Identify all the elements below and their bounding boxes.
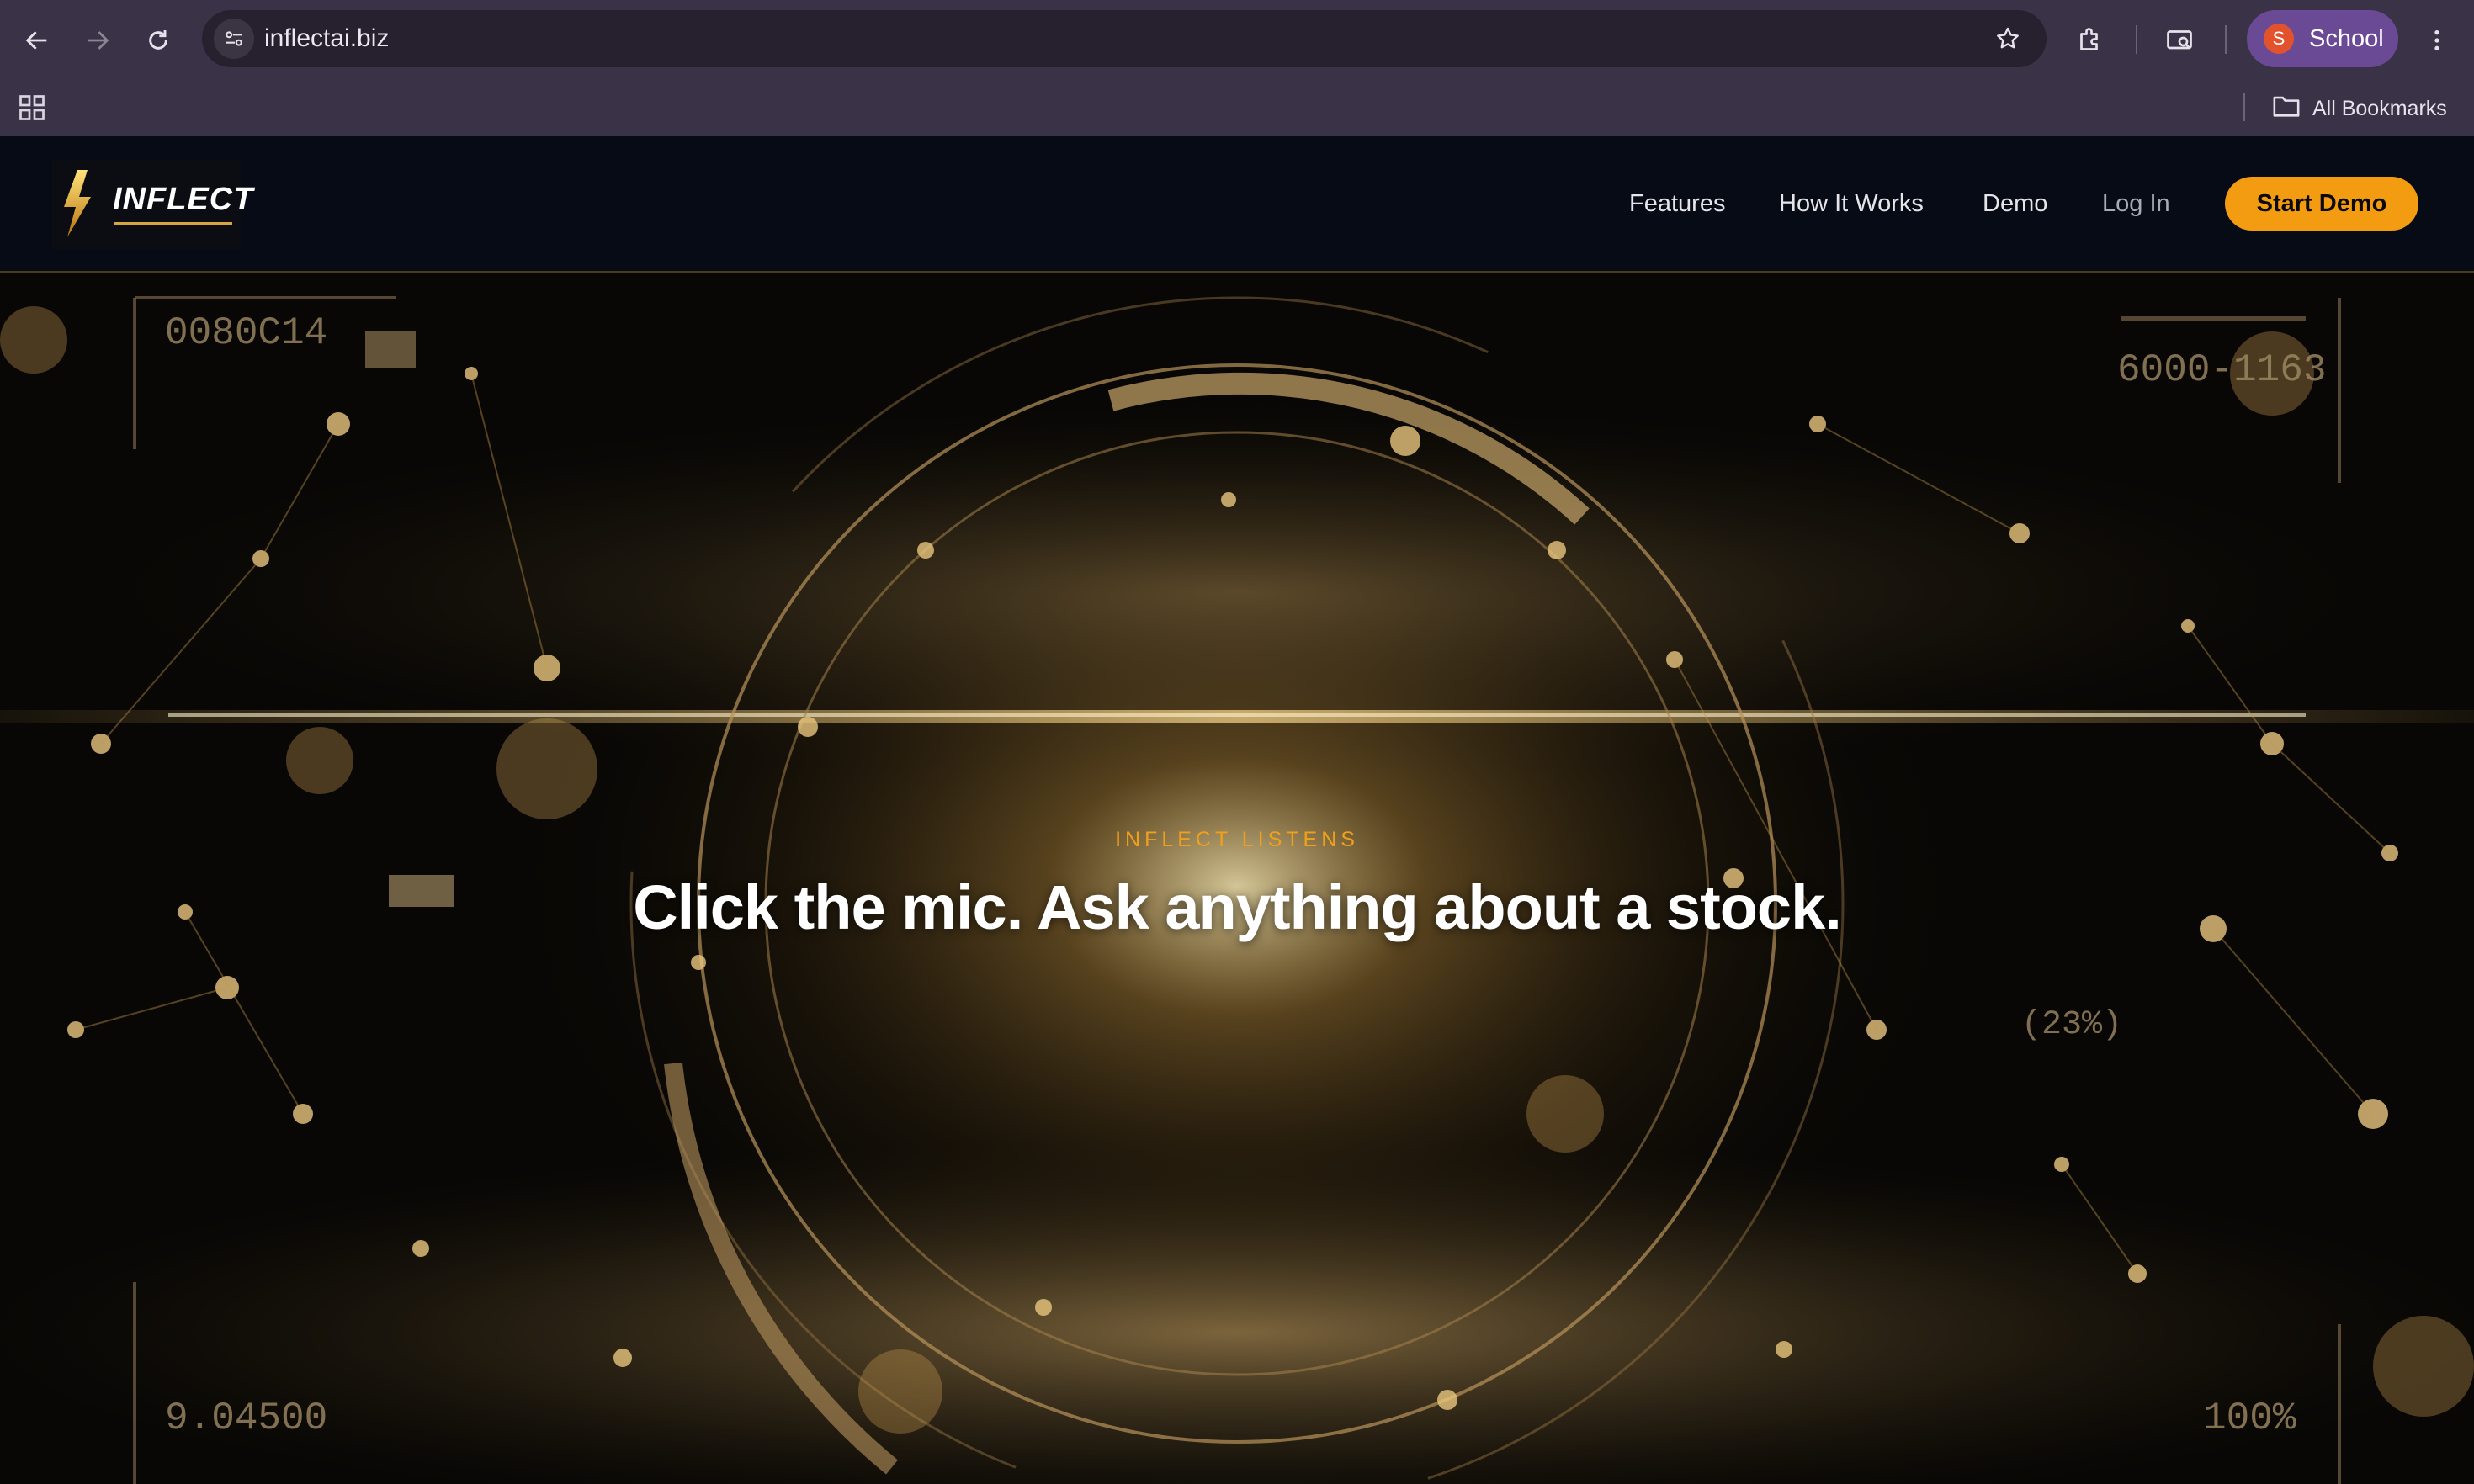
forward-icon[interactable] <box>76 19 119 62</box>
bookmarks-divider <box>2243 93 2245 121</box>
profile-name: School <box>2309 25 2384 52</box>
browser-chrome: inflectai.biz S School All Bookmarks <box>0 0 2474 136</box>
web-page: INFLECT Features How It Works Demo Log I… <box>0 136 2474 1484</box>
toolbar-divider <box>2225 25 2227 54</box>
nav-log-in[interactable]: Log In <box>2102 177 2170 231</box>
avatar: S <box>2264 24 2294 54</box>
site-info-icon[interactable] <box>214 19 254 59</box>
profile-button[interactable]: S School <box>2247 10 2398 67</box>
nav-demo[interactable]: Demo <box>1983 177 2047 231</box>
site-header: INFLECT Features How It Works Demo Log I… <box>0 136 2474 273</box>
start-demo-button[interactable]: Start Demo <box>2225 177 2418 231</box>
nav-features[interactable]: Features <box>1629 177 1725 231</box>
lightning-bolt-icon <box>64 170 91 237</box>
nav-how-it-works[interactable]: How It Works <box>1779 177 1924 231</box>
hero-content: INFLECT LISTENS Click the mic. Ask anyth… <box>0 273 2474 1484</box>
inflect-logo[interactable]: INFLECT <box>52 160 252 249</box>
all-bookmarks-button[interactable]: All Bookmarks <box>2272 81 2447 136</box>
browser-toolbar: inflectai.biz S School <box>0 0 2474 81</box>
hero-kicker: INFLECT LISTENS <box>1115 828 1359 851</box>
folder-icon <box>2272 93 2301 125</box>
logo-underline <box>114 222 232 225</box>
more-icon[interactable] <box>2415 19 2459 62</box>
toolbar-divider <box>2136 25 2137 54</box>
bookmarks-bar: All Bookmarks <box>0 81 2474 136</box>
all-bookmarks-label: All Bookmarks <box>2312 96 2447 120</box>
reload-icon[interactable] <box>136 19 180 62</box>
apps-icon[interactable] <box>17 93 50 126</box>
logo-text: INFLECT <box>113 182 254 217</box>
back-icon[interactable] <box>15 19 59 62</box>
url-text[interactable]: inflectai.biz <box>264 10 389 67</box>
extensions-icon[interactable] <box>2068 19 2112 62</box>
address-bar[interactable]: inflectai.biz <box>202 10 2047 67</box>
star-icon[interactable] <box>1988 19 2028 59</box>
hero-section: 0080C14 6000-1163 (23%) 9.04500 100% INF… <box>0 273 2474 1484</box>
hero-headline: Click the mic. Ask anything about a stoc… <box>633 872 1842 942</box>
cast-icon[interactable] <box>2158 19 2201 62</box>
